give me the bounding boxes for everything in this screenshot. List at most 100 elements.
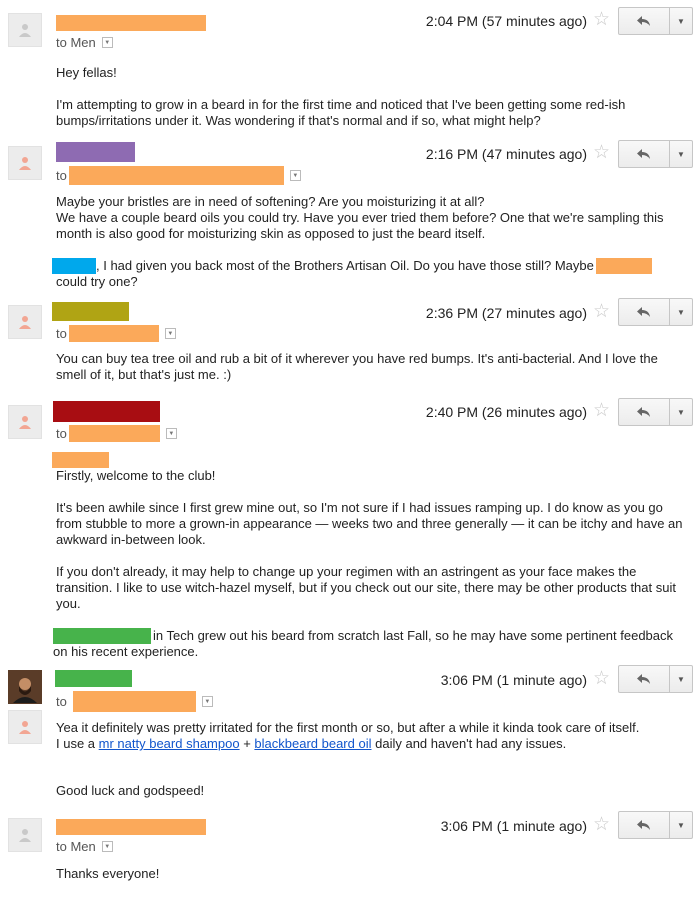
more-button[interactable]: ▼	[669, 666, 692, 692]
reply-button[interactable]	[619, 399, 669, 425]
body-line: Firstly, welcome to the club!	[56, 468, 216, 483]
message-body: Firstly, welcome to the club! It's been …	[53, 468, 686, 660]
body-line: You can buy tea tree oil and rub a bit o…	[56, 351, 658, 382]
person-icon	[19, 24, 31, 37]
star-icon[interactable]: ☆	[593, 669, 610, 688]
body-text: , I had given you back most of the Broth…	[96, 258, 594, 273]
body-line: Yea it definitely was pretty irritated f…	[56, 720, 640, 735]
star-icon[interactable]: ☆	[593, 302, 610, 321]
sender-avatar[interactable]	[8, 305, 42, 339]
more-button[interactable]: ▼	[669, 812, 692, 838]
person-icon	[19, 316, 31, 329]
reply-icon	[637, 16, 650, 26]
body-line-mention: in Tech grew out his beard from scratch …	[53, 628, 686, 660]
reply-button[interactable]	[619, 141, 669, 167]
participant-avatar[interactable]	[8, 710, 42, 744]
sender-name-redacted	[56, 819, 206, 835]
more-button[interactable]: ▼	[669, 299, 692, 325]
person-icon	[19, 721, 31, 734]
more-button[interactable]: ▼	[669, 399, 692, 425]
reply-button[interactable]	[619, 8, 669, 34]
star-icon[interactable]: ☆	[593, 143, 610, 162]
reply-button[interactable]	[619, 299, 669, 325]
to-label: to	[56, 168, 67, 183]
recipient-redacted	[68, 425, 160, 442]
reply-button-group[interactable]: ▼	[618, 398, 693, 426]
greeting-name-redacted	[52, 452, 109, 468]
reply-icon	[637, 674, 650, 684]
recipient-details-dropdown[interactable]: ▼	[164, 328, 176, 339]
body-line: We have a couple beard oils you could tr…	[56, 210, 664, 241]
sender-avatar[interactable]	[8, 13, 42, 47]
sender-name-redacted	[52, 302, 129, 321]
mention-redacted	[52, 258, 96, 274]
recipient-redacted	[68, 166, 284, 185]
to-label: to Men	[56, 35, 96, 50]
person-icon	[19, 157, 31, 170]
body-line-links: I use a mr natty beard shampoo + blackbe…	[56, 736, 686, 752]
chevron-down-icon: ▼	[677, 674, 685, 684]
body-text: daily and haven't had any issues.	[375, 736, 567, 751]
reply-button[interactable]	[619, 666, 669, 692]
body-line: It's been awhile since I first grew mine…	[56, 500, 683, 547]
recipients: to ▼	[56, 425, 177, 442]
sender-avatar[interactable]	[8, 405, 42, 439]
person-icon	[19, 829, 31, 842]
recipient-details-dropdown[interactable]: ▼	[289, 170, 301, 181]
body-line: Good luck and godspeed!	[56, 783, 205, 798]
to-label: to	[56, 326, 67, 341]
body-text: +	[243, 736, 251, 751]
recipient-details-dropdown[interactable]: ▼	[165, 428, 177, 439]
reply-button-group[interactable]: ▼	[618, 140, 693, 168]
recipient-details-dropdown[interactable]: ▼	[101, 841, 113, 852]
reply-button-group[interactable]: ▼	[618, 811, 693, 839]
message-time: 2:04 PM (57 minutes ago)	[425, 13, 587, 29]
body-line: Maybe your bristles are in need of softe…	[56, 194, 485, 209]
recipients: to ▼	[56, 691, 213, 712]
message-body: Maybe your bristles are in need of softe…	[52, 194, 686, 290]
star-icon[interactable]: ☆	[593, 10, 610, 29]
chevron-down-icon: ▼	[677, 307, 685, 317]
message-time: 3:06 PM (1 minute ago)	[440, 672, 587, 688]
message-body: Yea it definitely was pretty irritated f…	[56, 720, 686, 799]
sender-name-redacted	[53, 401, 160, 422]
message-time: 2:16 PM (47 minutes ago)	[425, 146, 587, 162]
chevron-down-icon: ▼	[677, 16, 685, 26]
recipient-details-dropdown[interactable]: ▼	[101, 37, 113, 48]
message-time: 3:06 PM (1 minute ago)	[440, 818, 587, 834]
shampoo-link[interactable]: mr natty beard shampoo	[99, 736, 240, 751]
to-label: to	[56, 426, 67, 441]
person-icon	[19, 416, 31, 429]
more-button[interactable]: ▼	[669, 141, 692, 167]
body-line: could try one?	[56, 274, 138, 289]
reply-icon	[637, 149, 650, 159]
recipient-details-dropdown[interactable]: ▼	[201, 696, 213, 707]
reply-icon	[637, 820, 650, 830]
recipients: to ▼	[56, 325, 176, 342]
to-label: to	[56, 694, 67, 709]
recipients: to Men ▼	[56, 35, 113, 50]
mention-redacted	[53, 628, 151, 644]
more-button[interactable]: ▼	[669, 8, 692, 34]
body-line: I'm attempting to grow in a beard in for…	[56, 97, 626, 128]
reply-button-group[interactable]: ▼	[618, 7, 693, 35]
to-label: to Men	[56, 839, 96, 854]
recipient-redacted	[72, 691, 196, 712]
star-icon[interactable]: ☆	[593, 401, 610, 420]
reply-icon	[637, 407, 650, 417]
message-body: Hey fellas! I'm attempting to grow in a …	[56, 65, 686, 129]
sender-avatar-photo[interactable]	[8, 670, 42, 704]
reply-button[interactable]	[619, 812, 669, 838]
recipient-redacted	[68, 325, 159, 342]
body-line: If you don't already, it may help to cha…	[56, 564, 676, 611]
reply-button-group[interactable]: ▼	[618, 665, 693, 693]
message-time: 2:40 PM (26 minutes ago)	[425, 404, 587, 420]
sender-name-redacted	[55, 670, 132, 687]
sender-avatar[interactable]	[8, 146, 42, 180]
reply-button-group[interactable]: ▼	[618, 298, 693, 326]
star-icon[interactable]: ☆	[593, 815, 610, 834]
sender-avatar[interactable]	[8, 818, 42, 852]
chevron-down-icon: ▼	[677, 407, 685, 417]
message-body: You can buy tea tree oil and rub a bit o…	[56, 351, 686, 383]
beard-oil-link[interactable]: blackbeard beard oil	[254, 736, 371, 751]
